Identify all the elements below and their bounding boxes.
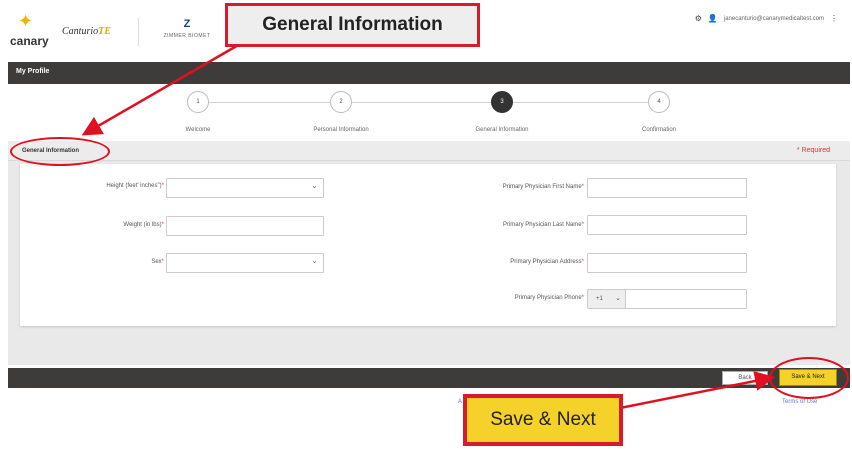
general-information-form: Height (feet' inches")* Weight (in lbs)*…	[20, 164, 836, 326]
canary-logo-text: canary	[10, 34, 49, 48]
canary-logo[interactable]: ✦ canary	[10, 12, 52, 48]
step-4-circle: 4	[648, 91, 670, 113]
required-star: *	[581, 222, 584, 228]
physician-last-name-text: Primary Physician Last Name	[502, 222, 582, 228]
section-header: General Information * Required	[8, 141, 850, 161]
physician-address-input[interactable]	[587, 253, 747, 273]
required-star: *	[581, 259, 584, 265]
more-vertical-icon[interactable]: ⋮	[830, 14, 838, 23]
canturio-logo: CanturioTE	[62, 26, 111, 37]
step-connector	[209, 102, 330, 103]
canturio-logo-text: Canturio	[62, 26, 99, 37]
step-4-label: Confirmation	[641, 127, 676, 133]
back-button[interactable]: Back	[722, 371, 768, 385]
physician-first-name-input[interactable]	[587, 178, 747, 198]
physician-phone-label: Primary Physician Phone*	[444, 295, 584, 301]
step-connector	[352, 102, 491, 103]
physician-last-name-input[interactable]	[587, 215, 747, 235]
save-next-callout-text: Save & Next	[490, 409, 596, 430]
user-icon: 👤	[707, 14, 718, 23]
height-label: Height (feet' inches")*	[24, 183, 164, 189]
canary-bird-icon: ✦	[18, 11, 34, 31]
zimmer-biomet-logo: Z ZIMMER BIOMET	[156, 18, 218, 46]
highlight-oval-general-information	[10, 137, 110, 166]
gear-icon[interactable]: ⚙	[695, 14, 702, 23]
footer-link[interactable]: A	[458, 399, 462, 405]
canturio-logo-suffix: TE	[98, 26, 111, 37]
user-email[interactable]: janecanturio@canarymedicaltest.com	[724, 16, 824, 22]
step-connector	[513, 102, 648, 103]
profile-bar: My Profile	[8, 62, 850, 84]
physician-first-name-text: Primary Physician First Name	[502, 184, 582, 190]
zimmer-logo-text: ZIMMER BIOMET	[163, 33, 211, 39]
physician-phone-text: Primary Physician Phone	[514, 295, 582, 301]
height-select[interactable]	[166, 178, 324, 198]
weight-label-text: Weight (in lbs)	[123, 222, 162, 228]
sex-label: Sex*	[24, 259, 164, 265]
required-star: *	[581, 184, 584, 190]
weight-input[interactable]	[166, 216, 324, 236]
step-2-label: Personal Information	[313, 127, 369, 133]
required-star: *	[581, 295, 584, 301]
progress-stepper: 1 2 3 4 Welcome Personal Information Gen…	[8, 86, 850, 138]
save-next-callout: Save & Next	[463, 394, 623, 446]
general-information-callout: General Information	[225, 3, 480, 47]
step-3-circle: 3	[491, 91, 513, 113]
height-label-text: Height (feet' inches")	[106, 183, 162, 189]
highlight-oval-save-next	[769, 357, 849, 399]
step-2-circle: 2	[330, 91, 352, 113]
logo-divider	[138, 18, 139, 46]
physician-address-text: Primary Physician Address	[510, 259, 582, 265]
step-3-label: General Information	[475, 127, 529, 133]
sex-label-text: Sex	[151, 259, 162, 265]
user-menu: ⚙ 👤 janecanturio@canarymedicaltest.com ⋮	[695, 14, 838, 23]
physician-address-label: Primary Physician Address*	[444, 259, 584, 265]
step-1-label: Welcome	[185, 127, 211, 133]
weight-label: Weight (in lbs)*	[24, 222, 164, 228]
step-1-circle: 1	[187, 91, 209, 113]
country-code-value: +1	[596, 296, 603, 302]
required-star: *	[161, 259, 164, 265]
physician-last-name-label: Primary Physician Last Name*	[444, 222, 584, 228]
required-star: *	[161, 222, 164, 228]
sex-select[interactable]	[166, 253, 324, 273]
zimmer-logo-mark: Z	[183, 18, 191, 30]
general-information-section: General Information * Required Height (f…	[8, 141, 850, 365]
country-code-select[interactable]: +1 ⌄	[588, 290, 626, 308]
required-star: *	[161, 183, 164, 189]
chevron-down-icon: ⌄	[615, 295, 621, 302]
physician-phone-input[interactable]: +1 ⌄	[587, 289, 747, 309]
physician-first-name-label: Primary Physician First Name*	[444, 184, 584, 190]
profile-bar-title: My Profile	[16, 68, 50, 75]
required-note: * Required	[796, 147, 830, 154]
terms-of-use-link[interactable]: Terms of Use	[782, 399, 817, 405]
